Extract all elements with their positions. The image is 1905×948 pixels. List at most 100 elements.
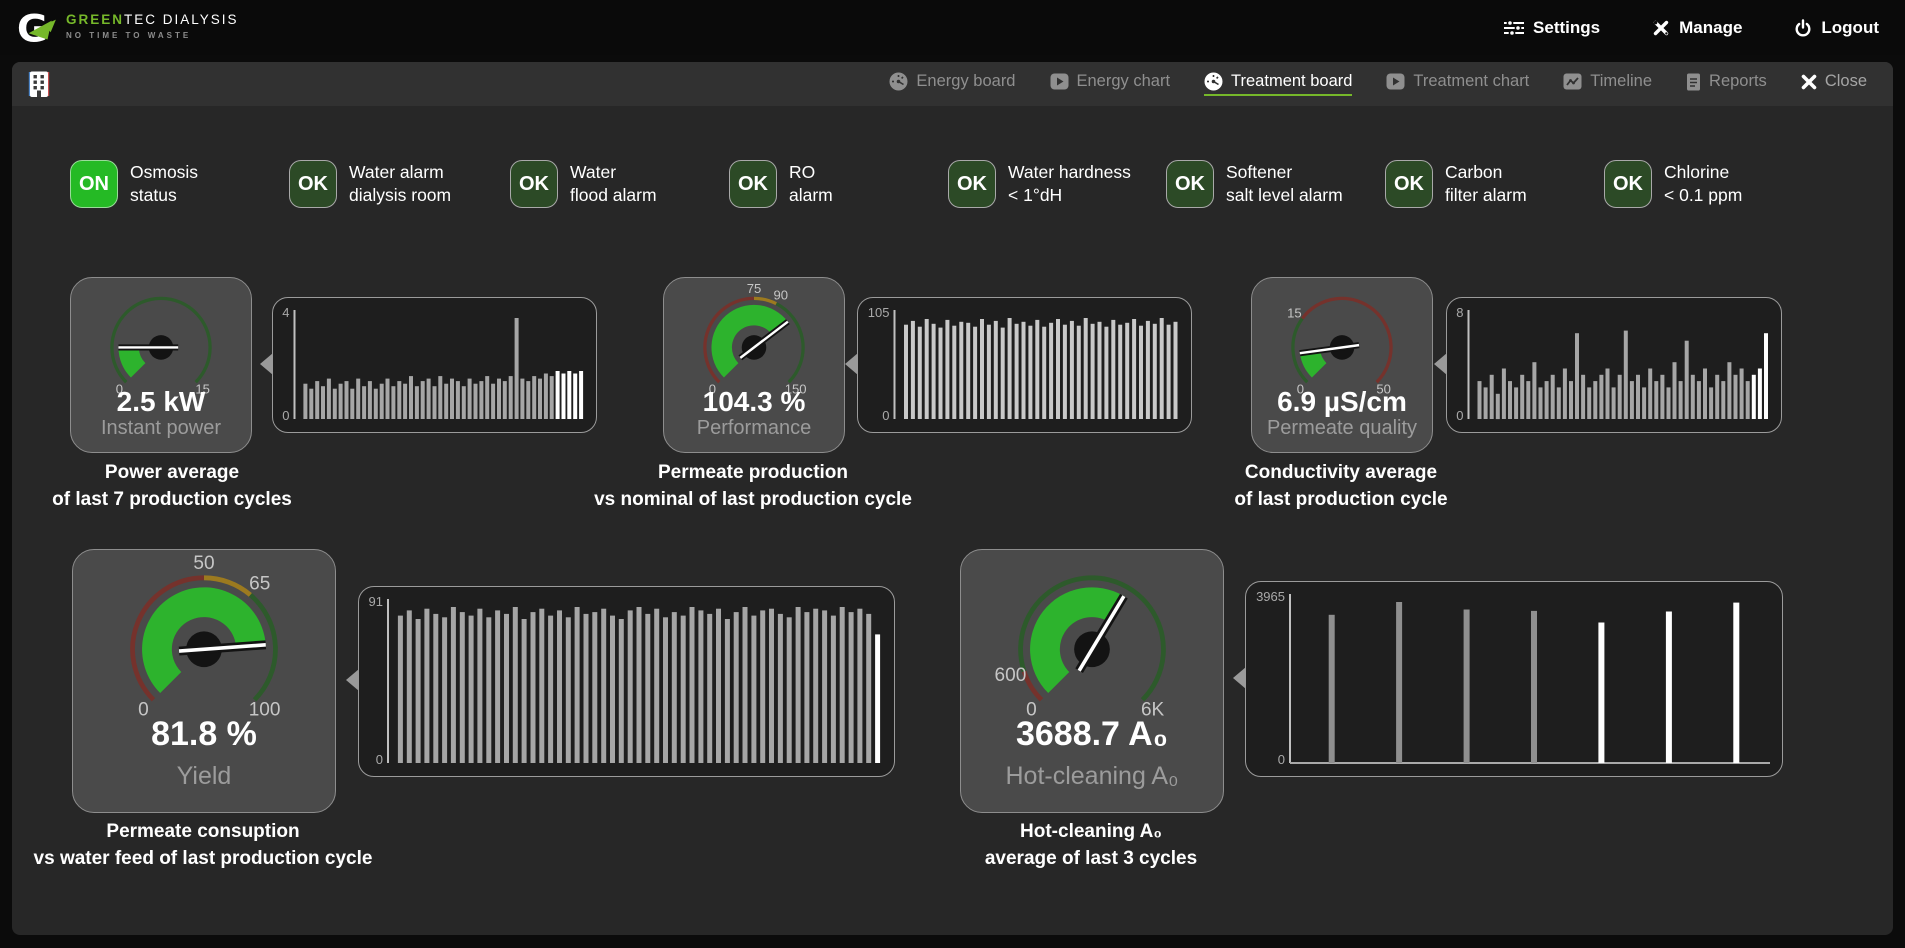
badge-label-line: Carbon — [1445, 161, 1527, 184]
badge-label-line: < 0.1 ppm — [1664, 184, 1742, 207]
badge-label-line: Water alarm — [349, 161, 451, 184]
gauge-performance: 07590150 104.3 % Performance — [663, 277, 845, 453]
svg-text:0: 0 — [1456, 408, 1463, 423]
tab-energy-board[interactable]: Energy board — [889, 72, 1015, 96]
greentec-logo-icon: G — [16, 7, 58, 49]
tab-close[interactable]: Close — [1801, 72, 1867, 96]
badge-label-line: Chlorine — [1664, 161, 1742, 184]
status-softener-salt: OK Softenersalt level alarm — [1166, 160, 1343, 208]
caption-line: of last production cycle — [1131, 487, 1551, 514]
status-water-flood: OK Waterflood alarm — [510, 160, 657, 208]
gauge-subtitle: Permeate quality — [1252, 417, 1432, 440]
bar-chart-hot-cleaning: 3965 0 — [1245, 581, 1783, 777]
caption-power-average: Power average of last 7 production cycle… — [0, 460, 382, 513]
gauge-subtitle: Performance — [664, 417, 844, 440]
line-chart-icon — [1563, 73, 1582, 90]
badge-label-line: Water — [570, 161, 657, 184]
settings-label: Settings — [1533, 18, 1600, 38]
badge-label-line: filter alarm — [1445, 184, 1527, 207]
svg-text:90: 90 — [773, 287, 788, 302]
bar-chart-yield: 910 — [358, 586, 895, 777]
svg-text:15: 15 — [1287, 305, 1302, 320]
power-icon — [1794, 19, 1812, 37]
gauge-subtitle: Hot-cleaning A₀ — [961, 762, 1223, 791]
settings-menu-item[interactable]: Settings — [1504, 18, 1600, 38]
badge-label-line: Osmosis — [130, 161, 198, 184]
brand-rest-text: TEC DIALYSIS — [124, 12, 239, 27]
status-ro-alarm: OK ROalarm — [729, 160, 833, 208]
svg-text:4: 4 — [282, 305, 289, 320]
badge-label-line: dialysis room — [349, 184, 451, 207]
header: G GREENTEC DIALYSIS NO TIME TO WASTE Set… — [0, 0, 1905, 55]
gauge-yield: 05065100 81.8 % Yield — [72, 549, 336, 813]
svg-text:75: 75 — [747, 282, 762, 296]
status-osmosis: ON Osmosisstatus — [70, 160, 198, 208]
badge-label-line: Softener — [1226, 161, 1343, 184]
tab-treatment-chart[interactable]: Treatment chart — [1386, 72, 1529, 96]
badge-label-line: < 1°dH — [1008, 184, 1131, 207]
caption-line: Permeate consuption — [0, 819, 413, 846]
status-badge: OK — [948, 160, 996, 208]
gauge-value: 81.8 % — [73, 715, 335, 754]
tab-label: Treatment board — [1231, 72, 1352, 91]
tab-reports[interactable]: Reports — [1686, 72, 1767, 96]
gauge-permeate-quality: 01550 6.9 µS/cm Permeate quality — [1251, 277, 1433, 453]
tab-label: Energy chart — [1077, 72, 1171, 91]
bar-chart-conductivity: 80 — [1446, 297, 1782, 433]
gauge-hot-cleaning: 06006K 3688.7 A₀ Hot-cleaning A₀ — [960, 549, 1224, 813]
status-badge: OK — [1166, 160, 1214, 208]
badge-label-line: flood alarm — [570, 184, 657, 207]
header-menu: Settings Manage Logout — [1504, 0, 1879, 55]
badge-label-line: salt level alarm — [1226, 184, 1343, 207]
bar-chart: 40 — [273, 298, 596, 432]
bar-chart-power: 40 — [272, 297, 597, 433]
caption-line: average of last 3 cycles — [881, 846, 1301, 873]
gauge-value: 6.9 µS/cm — [1252, 386, 1432, 418]
tab-label: Energy board — [916, 72, 1015, 91]
caption-line: Conductivity average — [1131, 460, 1551, 487]
gauge-value: 3688.7 A₀ — [961, 715, 1223, 754]
svg-text:3965: 3965 — [1256, 589, 1285, 604]
brand: GREENTEC DIALYSIS NO TIME TO WASTE — [66, 13, 239, 40]
caption-line: Hot-cleaning A₀ — [881, 819, 1301, 846]
svg-text:8: 8 — [1456, 305, 1463, 320]
bar-chart: 3965 0 — [1246, 582, 1782, 776]
gauge-subtitle: Yield — [73, 762, 335, 791]
bar-chart: 1050 — [858, 298, 1191, 432]
badge-label-line: alarm — [789, 184, 833, 207]
caption-permeate-consumption: Permeate consuption vs water feed of las… — [0, 819, 413, 872]
svg-text:0: 0 — [282, 408, 289, 423]
caption-line: of last 7 production cycles — [0, 487, 382, 514]
status-chlorine: OK Chlorine< 0.1 ppm — [1604, 160, 1742, 208]
svg-text:0: 0 — [1278, 752, 1285, 767]
view-tabs-bar: Energy board Energy chart Treatment — [12, 62, 1893, 106]
main-panel: Energy board Energy chart Treatment — [12, 62, 1893, 935]
tools-icon — [1652, 19, 1670, 37]
gauge-subtitle: Instant power — [71, 417, 251, 440]
gauge-dial: 05065100 — [73, 554, 335, 733]
tab-label: Treatment chart — [1413, 72, 1529, 91]
tab-timeline[interactable]: Timeline — [1563, 72, 1652, 96]
gauge-icon — [889, 72, 908, 91]
tab-label: Reports — [1709, 72, 1767, 91]
caption-line: Power average — [0, 460, 382, 487]
svg-text:91: 91 — [369, 594, 383, 609]
caption-line: Permeate production — [543, 460, 963, 487]
manage-menu-item[interactable]: Manage — [1652, 18, 1742, 38]
logout-label: Logout — [1821, 18, 1879, 38]
tab-energy-chart[interactable]: Energy chart — [1050, 72, 1171, 96]
caption-line: vs water feed of last production cycle — [0, 846, 413, 873]
tab-treatment-board[interactable]: Treatment board — [1204, 72, 1352, 96]
tab-label: Timeline — [1590, 72, 1652, 91]
gauge-instant-power: 015 2.5 kW Instant power — [70, 277, 252, 453]
caption-conductivity: Conductivity average of last production … — [1131, 460, 1551, 513]
badge-label-line: RO — [789, 161, 833, 184]
bar-chart: 910 — [359, 587, 894, 776]
status-water-alarm-dialysis: OK Water alarmdialysis room — [289, 160, 451, 208]
gauge-value: 2.5 kW — [71, 386, 251, 418]
sliders-icon — [1504, 20, 1524, 36]
svg-text:105: 105 — [868, 305, 890, 320]
logout-menu-item[interactable]: Logout — [1794, 18, 1879, 38]
svg-text:600: 600 — [995, 665, 1027, 686]
badge-label-line: Water hardness — [1008, 161, 1131, 184]
